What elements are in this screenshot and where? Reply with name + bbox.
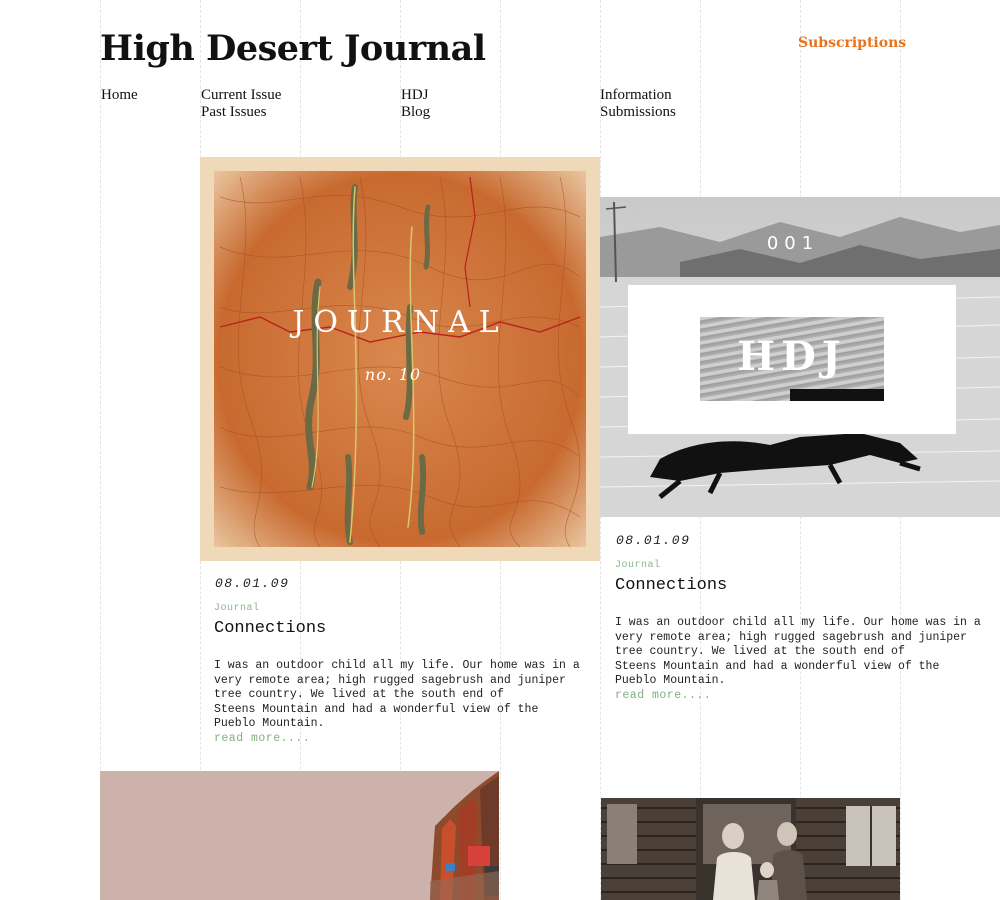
nav-past-issues[interactable]: Past Issues: [201, 104, 266, 121]
excerpt-line: I was an outdoor child all my life. Our …: [214, 659, 580, 672]
post-title[interactable]: Connections: [615, 576, 727, 595]
cover-logo-box: HDJ: [700, 317, 884, 401]
cover-logo-text: HDJ: [737, 333, 847, 380]
cover-artwork: [200, 157, 600, 561]
excerpt-line: Steens Mountain and had a wonderful view…: [615, 659, 940, 673]
nav-current-issue[interactable]: Current Issue: [201, 87, 281, 104]
post-excerpt: I was an outdoor child all my life. Our …: [214, 659, 580, 732]
post-date: 08.01.09: [616, 533, 691, 548]
vintage-photo: [601, 798, 900, 900]
cover-logo-shadow: [790, 389, 884, 401]
post-title[interactable]: Connections: [214, 619, 326, 638]
nav-hdj[interactable]: HDJ: [401, 87, 429, 104]
post-excerpt: I was an outdoor child all my life. Our …: [615, 616, 981, 689]
excerpt-line: Pueblo Mountain.: [214, 717, 325, 731]
excerpt-line: tree country. We lived at the south end …: [615, 645, 905, 659]
nav-submissions[interactable]: Submissions: [600, 104, 676, 121]
excerpt-line: very remote area; high rugged sagebrush …: [615, 630, 967, 644]
read-more-link[interactable]: read more....: [615, 689, 711, 702]
cover-logo-panel: HDJ: [628, 285, 956, 434]
post-image-painting[interactable]: [100, 771, 499, 900]
cover-number: 001: [766, 233, 820, 254]
cover-title: Journal: [292, 305, 508, 340]
read-more-link[interactable]: read more....: [214, 732, 310, 745]
nav-information[interactable]: Information: [600, 87, 672, 104]
post-image-photo[interactable]: [601, 798, 900, 900]
grid-line: [100, 0, 101, 900]
painting-artwork: [100, 771, 499, 900]
cover-issue-number: no. 10: [364, 365, 422, 384]
site-title[interactable]: High Desert Journal: [100, 28, 486, 69]
hdj-cover-image[interactable]: 001 HDJ: [600, 197, 1000, 517]
subscriptions-link[interactable]: Subscriptions: [798, 35, 906, 51]
post-category[interactable]: Journal: [615, 560, 661, 571]
excerpt-line: very remote area; high rugged sagebrush …: [214, 673, 566, 687]
excerpt-line: tree country. We lived at the south end …: [214, 688, 504, 702]
nav-blog[interactable]: Blog: [401, 104, 430, 121]
excerpt-line: I was an outdoor child all my life. Our …: [615, 616, 981, 629]
excerpt-line: Pueblo Mountain.: [615, 674, 726, 688]
nav-home[interactable]: Home: [101, 87, 138, 104]
journal-cover-image[interactable]: Journal no. 10: [200, 157, 600, 561]
excerpt-line: Steens Mountain and had a wonderful view…: [214, 702, 539, 716]
post-date: 08.01.09: [215, 576, 290, 591]
post-category[interactable]: Journal: [214, 603, 260, 614]
